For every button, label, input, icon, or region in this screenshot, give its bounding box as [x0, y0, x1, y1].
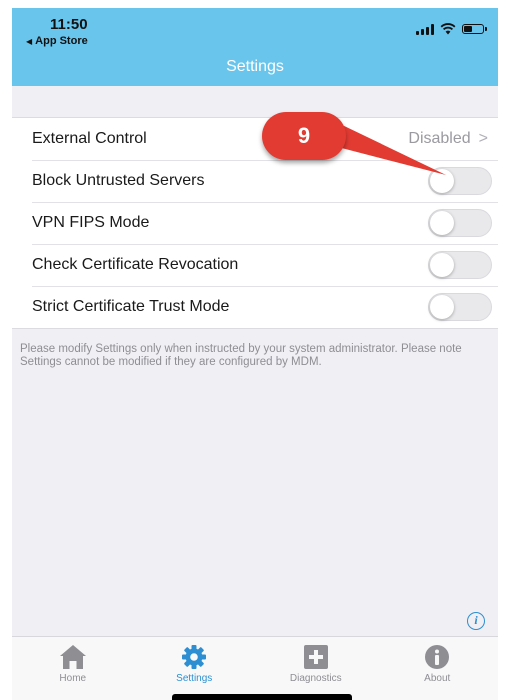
status-icons: [416, 22, 487, 36]
tab-bar: Home Settings Diagnostics About: [12, 636, 498, 700]
row-check-certificate-revocation: Check Certificate Revocation: [12, 244, 498, 286]
row-label: Block Untrusted Servers: [32, 172, 205, 189]
row-label: External Control: [32, 130, 147, 147]
row-label: Strict Certificate Trust Mode: [32, 298, 230, 315]
back-arrow-icon: ◀: [26, 37, 33, 46]
header: 11:50 ◀ App Store Settings: [12, 8, 498, 86]
row-label: Check Certificate Revocation: [32, 256, 239, 273]
check-certificate-revocation-toggle[interactable]: [428, 251, 492, 279]
block-untrusted-servers-toggle[interactable]: [428, 167, 492, 195]
status-time: 11:50: [50, 16, 88, 33]
row-external-control[interactable]: External Control Disabled >: [12, 118, 498, 160]
tab-label: Home: [59, 673, 87, 684]
row-block-untrusted-servers: Block Untrusted Servers: [12, 160, 498, 202]
home-indicator: [172, 694, 352, 700]
tab-label: About: [424, 673, 451, 684]
battery-icon: [462, 24, 487, 34]
settings-list: External Control Disabled > Block Untrus…: [12, 117, 498, 329]
cellular-signal-icon: [416, 23, 434, 35]
external-control-value: Disabled: [408, 130, 471, 147]
tab-about[interactable]: About: [377, 637, 499, 700]
vpn-fips-mode-toggle[interactable]: [428, 209, 492, 237]
settings-note: Please modify Settings only when instruc…: [20, 343, 462, 368]
strict-certificate-trust-mode-toggle[interactable]: [428, 293, 492, 321]
annotation-badge: 9: [262, 112, 346, 160]
phone-screen: 11:50 ◀ App Store Settings External Contr…: [12, 8, 498, 700]
chevron-right-icon: >: [478, 130, 488, 147]
tab-label: Settings: [176, 673, 213, 684]
back-to-app-store-link[interactable]: ◀ App Store: [26, 35, 88, 47]
gear-icon: [182, 645, 207, 669]
wifi-icon: [440, 23, 456, 35]
home-icon: [59, 645, 86, 669]
row-strict-certificate-trust-mode: Strict Certificate Trust Mode: [12, 286, 498, 328]
tab-home[interactable]: Home: [12, 637, 134, 700]
tab-settings[interactable]: Settings: [134, 637, 256, 700]
tab-label: Diagnostics: [289, 673, 342, 684]
row-label: VPN FIPS Mode: [32, 214, 150, 231]
info-button[interactable]: i: [467, 612, 485, 630]
back-label: App Store: [35, 35, 88, 47]
plus-box-icon: [303, 645, 328, 669]
tab-diagnostics[interactable]: Diagnostics: [255, 637, 377, 700]
info-circle-icon: [425, 645, 450, 669]
row-vpn-fips-mode: VPN FIPS Mode: [12, 202, 498, 244]
page-title: Settings: [226, 58, 284, 75]
